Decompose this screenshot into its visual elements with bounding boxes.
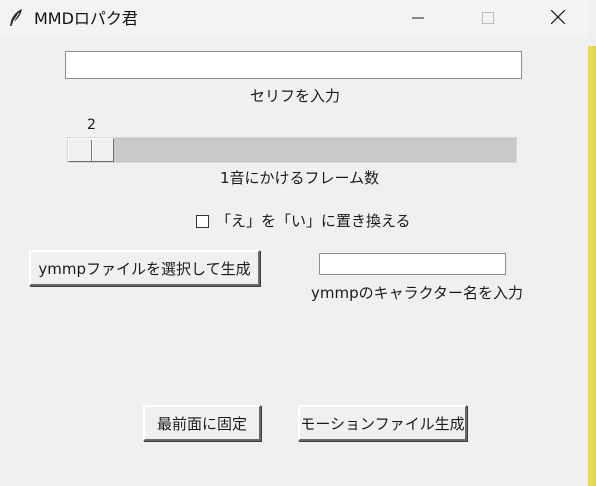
frames-scale-value: 2: [87, 117, 96, 133]
select-ymmp-button[interactable]: ymmpファイルを選択して生成: [29, 250, 260, 286]
maximize-icon: [482, 9, 494, 28]
replace-e-checkbox-row[interactable]: 「え」を「い」に置き換える: [196, 212, 411, 230]
pin-topmost-button[interactable]: 最前面に固定: [143, 405, 261, 441]
title-bar: MMDロパク君: [0, 0, 588, 38]
replace-e-checkbox[interactable]: [196, 214, 209, 228]
frames-label: 1音にかけるフレーム数: [220, 169, 380, 187]
app-window: MMDロパク君 セリフを入力 2 1音にかけるフレーム数 「え」を「い」に置き換…: [0, 0, 588, 486]
frames-scale-trough[interactable]: [67, 137, 517, 163]
replace-e-label: 「え」を「い」に置き換える: [216, 212, 411, 230]
close-button[interactable]: [535, 0, 581, 36]
background-window-edge: [588, 0, 596, 486]
feather-icon: [7, 8, 25, 28]
minimize-icon: [412, 9, 424, 28]
serif-label: セリフを入力: [250, 87, 341, 105]
close-icon: [550, 9, 566, 28]
frames-scale-slider[interactable]: [68, 138, 114, 162]
serif-input[interactable]: [65, 51, 522, 79]
window-title: MMDロパク君: [34, 9, 138, 28]
generate-motion-button[interactable]: モーションファイル生成: [298, 405, 467, 441]
minimize-button[interactable]: [395, 0, 441, 36]
character-name-input[interactable]: [319, 253, 506, 275]
maximize-button[interactable]: [465, 0, 511, 36]
character-name-label: ymmpのキャラクター名を入力: [311, 284, 524, 302]
